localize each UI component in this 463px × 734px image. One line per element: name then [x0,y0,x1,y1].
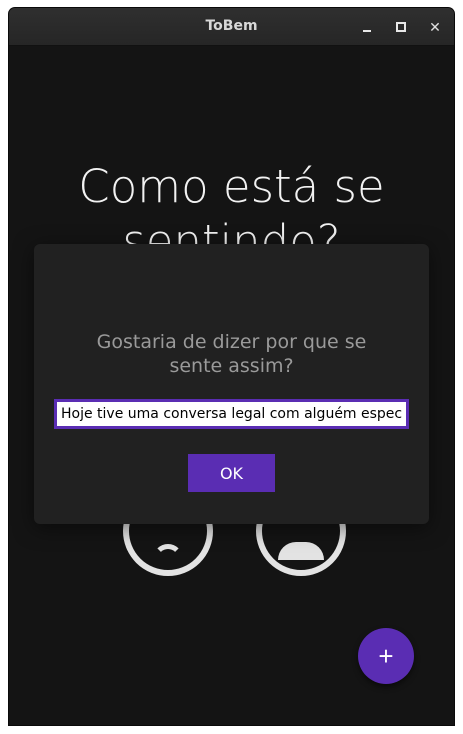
reason-input[interactable] [54,399,409,429]
window-title: ToBem [205,18,258,34]
app-window: ToBem ✕ Como está se sentindo? + Gostari… [9,8,454,725]
close-button[interactable]: ✕ [425,17,445,37]
minimize-button[interactable] [357,17,377,37]
maximize-icon [396,22,406,32]
dialog-question: Gostaria de dizer por que se sente assim… [96,331,367,377]
title-bar[interactable]: ToBem ✕ [9,8,454,46]
close-icon: ✕ [429,18,441,35]
ok-button[interactable]: OK [188,454,275,492]
reason-dialog: Gostaria de dizer por que se sente assim… [34,244,429,524]
main-content: Como está se sentindo? + Gostaria de diz… [9,46,454,725]
maximize-button[interactable] [391,17,411,37]
minimize-icon [363,30,371,32]
